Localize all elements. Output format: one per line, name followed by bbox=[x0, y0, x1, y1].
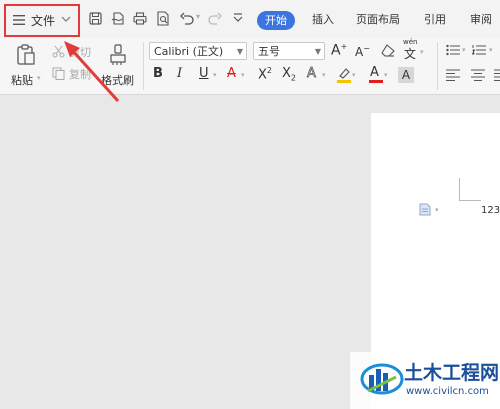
watermark-logo: 土木工程网 www.civilcn.com bbox=[350, 352, 500, 409]
margin-corner-mark bbox=[459, 178, 460, 200]
chevron-down-icon[interactable]: ▾ bbox=[435, 206, 439, 214]
site-logo-icon bbox=[360, 363, 404, 395]
paragraph-layout-icon[interactable] bbox=[419, 203, 431, 216]
watermark-url: www.civilcn.com bbox=[406, 386, 489, 397]
margin-corner-mark bbox=[459, 200, 481, 201]
document-text[interactable]: 123 bbox=[481, 205, 500, 216]
watermark-title: 土木工程网 bbox=[404, 362, 500, 384]
